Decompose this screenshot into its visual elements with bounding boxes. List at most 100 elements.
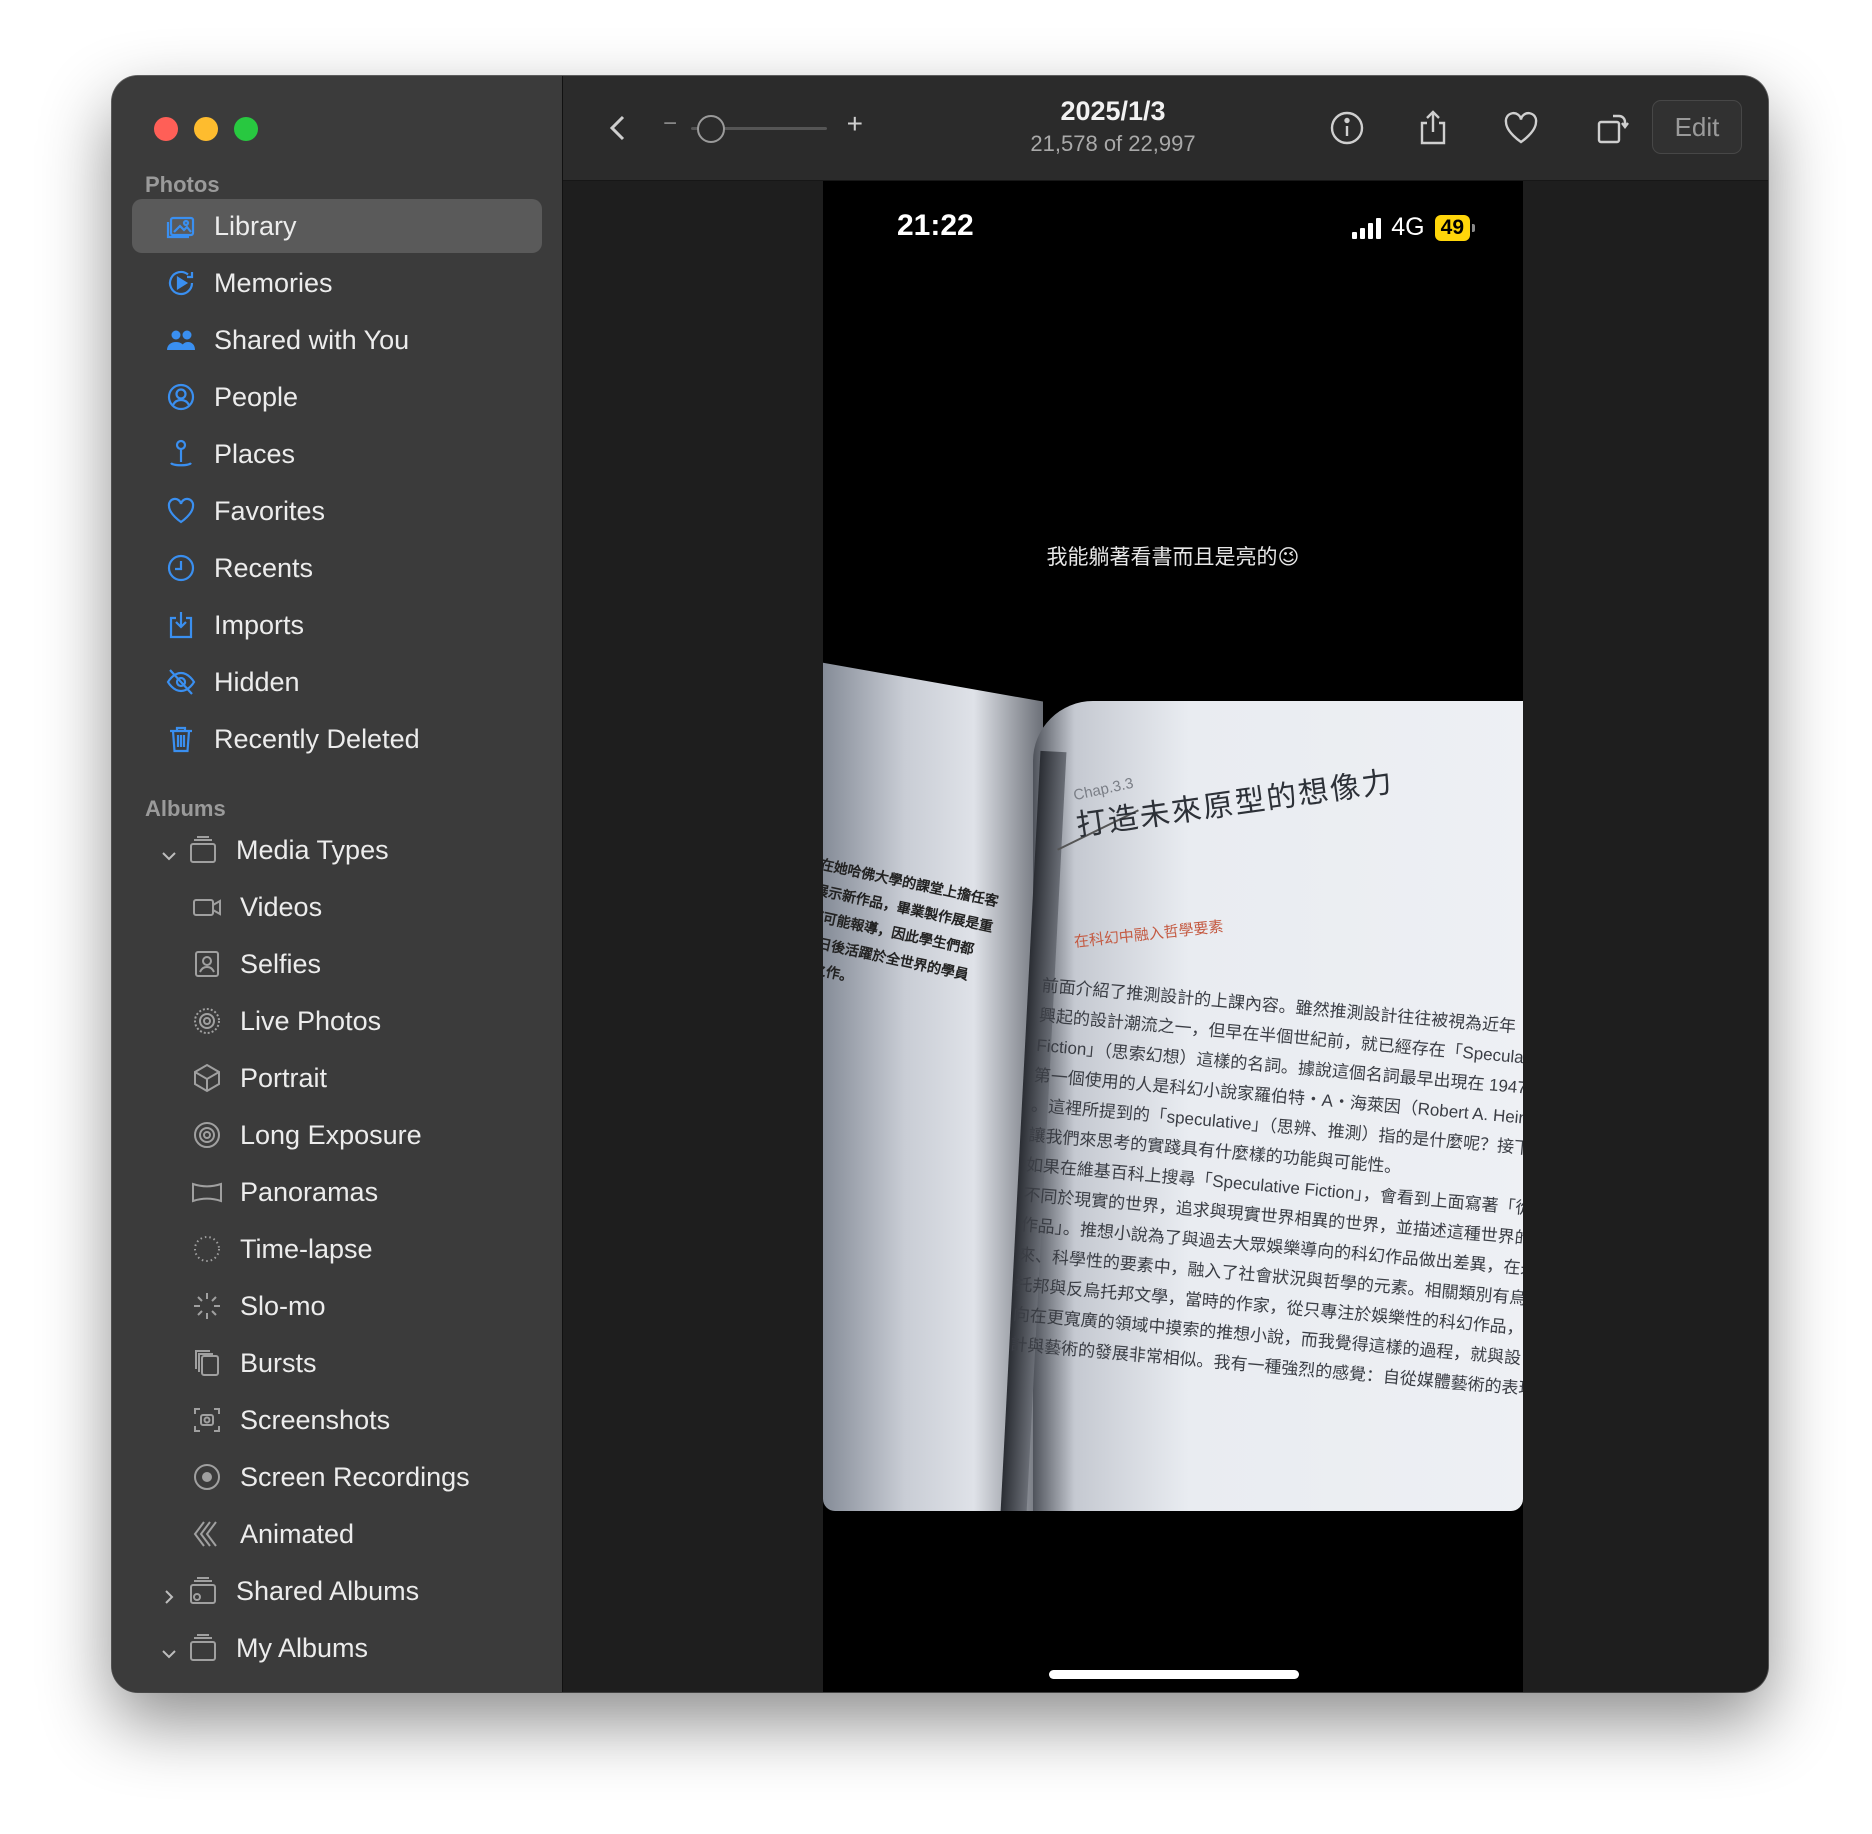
zoom-slider[interactable]: − + bbox=[663, 108, 863, 144]
book-image: 在她哈佛大學的課堂上擔任客 展示新作品，畢業製作展是重 都可能報導，因此學生們都… bbox=[823, 661, 1523, 1511]
signal-icon bbox=[1352, 217, 1382, 239]
sidebar-item-shared-albums[interactable]: Shared Albums bbox=[132, 1564, 542, 1618]
chevron-down-icon[interactable] bbox=[160, 841, 178, 861]
album-stack-icon bbox=[184, 831, 222, 869]
sidebar-item-bursts[interactable]: Bursts bbox=[132, 1336, 542, 1390]
share-icon bbox=[1420, 110, 1446, 145]
sidebar-item-slo-mo[interactable]: Slo-mo bbox=[132, 1279, 542, 1333]
sidebar-item-label: Recents bbox=[214, 552, 314, 583]
photo-count: 21,578 of 22,997 bbox=[1030, 131, 1196, 156]
live-photo-icon bbox=[188, 1002, 226, 1040]
chevron-down-icon[interactable] bbox=[160, 1639, 178, 1659]
sidebar-item-label: Library bbox=[214, 210, 297, 241]
photo-image[interactable]: 21:22 4G 49 我能躺著看書而且是亮的😉 在她哈佛大學的課堂上擔任客 展… bbox=[823, 181, 1523, 1692]
rotate-icon bbox=[1597, 114, 1629, 144]
shared-album-icon bbox=[184, 1572, 222, 1610]
photos-section-header: Photos bbox=[145, 172, 220, 197]
sidebar-item-label: Recently Deleted bbox=[214, 723, 420, 754]
sidebar-item-label: Selfies bbox=[240, 948, 322, 979]
record-icon bbox=[188, 1458, 226, 1496]
sidebar-item-label: Long Exposure bbox=[240, 1119, 422, 1150]
sidebar-item-people[interactable]: People bbox=[132, 370, 542, 424]
window-controls bbox=[154, 117, 258, 141]
slo-mo-icon bbox=[188, 1287, 226, 1325]
sidebar-item-media-types[interactable]: Media Types bbox=[132, 823, 542, 877]
zoom-in-button[interactable]: + bbox=[847, 108, 863, 140]
rotate-button[interactable] bbox=[1587, 102, 1639, 154]
sidebar-item-live-photos[interactable]: Live Photos bbox=[132, 994, 542, 1048]
bursts-icon bbox=[188, 1344, 226, 1382]
sidebar-item-panoramas[interactable]: Panoramas bbox=[132, 1165, 542, 1219]
sidebar-item-animated[interactable]: Animated bbox=[132, 1507, 542, 1561]
sidebar-item-label: Portrait bbox=[240, 1062, 328, 1093]
sidebar-item-label: Screen Recordings bbox=[240, 1461, 470, 1492]
panorama-icon bbox=[188, 1173, 226, 1211]
sidebar-item-label: People bbox=[214, 381, 299, 412]
photo-viewer: 21:22 4G 49 我能躺著看書而且是亮的😉 在她哈佛大學的課堂上擔任客 展… bbox=[563, 181, 1768, 1692]
sidebar-item-time-lapse[interactable]: Time-lapse bbox=[132, 1222, 542, 1276]
sidebar-item-label: Time-lapse bbox=[240, 1233, 373, 1264]
sidebar-item-label: My Albums bbox=[236, 1632, 369, 1663]
sidebar-item-hidden[interactable]: Hidden bbox=[132, 655, 542, 709]
time-lapse-icon bbox=[188, 1230, 226, 1268]
photo-caption: 我能躺著看書而且是亮的😉 bbox=[1046, 546, 1300, 569]
heart-icon bbox=[162, 492, 200, 530]
cube-icon bbox=[188, 1059, 226, 1097]
sidebar-item-label: Bursts bbox=[240, 1347, 317, 1378]
body-text: 前面介紹了推測設計的上課內容。雖然推測設計往往被視為近年 興起的設計潮流之一，但… bbox=[1009, 971, 1523, 1399]
network-type: 4G bbox=[1391, 213, 1425, 241]
sidebar-item-favorites[interactable]: Favorites bbox=[132, 484, 542, 538]
sidebar-item-memories[interactable]: Memories bbox=[132, 256, 542, 310]
memories-icon bbox=[162, 264, 200, 302]
chevron-right-icon[interactable] bbox=[160, 1582, 178, 1604]
sidebar-item-imports[interactable]: Imports bbox=[132, 598, 542, 652]
photo-title: 2025/1/3 21,578 of 22,997 bbox=[963, 96, 1263, 157]
back-button[interactable] bbox=[593, 102, 645, 154]
sidebar-item-shared-with-you[interactable]: Shared with You bbox=[132, 313, 542, 367]
sidebar-item-videos[interactable]: Videos bbox=[132, 880, 542, 934]
sidebar-item-label: Places bbox=[214, 438, 296, 469]
screenshot-icon bbox=[188, 1401, 226, 1439]
shared-with-you-icon bbox=[162, 321, 200, 359]
sidebar-item-recents[interactable]: Recents bbox=[132, 541, 542, 595]
sidebar-item-long-exposure[interactable]: Long Exposure bbox=[132, 1108, 542, 1162]
share-button[interactable] bbox=[1407, 102, 1459, 154]
long-exposure-icon bbox=[188, 1116, 226, 1154]
albums-section-header: Albums bbox=[145, 796, 226, 821]
import-icon bbox=[162, 606, 200, 644]
sidebar-item-my-albums[interactable]: My Albums bbox=[132, 1621, 542, 1675]
battery-icon bbox=[1472, 223, 1475, 232]
sidebar-item-label: Hidden bbox=[214, 666, 300, 697]
sidebar-item-screen-recordings[interactable]: Screen Recordings bbox=[132, 1450, 542, 1504]
zoom-out-button[interactable]: − bbox=[663, 110, 677, 138]
sidebar-item-label: Shared with You bbox=[214, 324, 410, 355]
minimize-window-button[interactable] bbox=[194, 117, 218, 141]
zoom-window-button[interactable] bbox=[234, 117, 258, 141]
sidebar-item-places[interactable]: Places bbox=[132, 427, 542, 481]
sidebar-item-selfies[interactable]: Selfies bbox=[132, 937, 542, 991]
status-time: 21:22 bbox=[897, 209, 974, 242]
video-camera-icon bbox=[188, 888, 226, 926]
sidebar-item-label: Panoramas bbox=[240, 1176, 379, 1207]
info-button[interactable] bbox=[1321, 102, 1373, 154]
edit-button[interactable]: Edit bbox=[1652, 100, 1742, 154]
selfie-icon bbox=[188, 945, 226, 983]
sidebar-item-recently-deleted[interactable]: Recently Deleted bbox=[132, 712, 542, 766]
sidebar-item-label: Memories bbox=[214, 267, 333, 298]
close-window-button[interactable] bbox=[154, 117, 178, 141]
zoom-knob[interactable] bbox=[697, 115, 725, 143]
sidebar-item-label: Screenshots bbox=[240, 1404, 391, 1435]
photo-date: 2025/1/3 bbox=[1060, 96, 1166, 126]
library-icon bbox=[162, 207, 200, 245]
favorite-button[interactable] bbox=[1495, 102, 1547, 154]
sidebar-item-screenshots[interactable]: Screenshots bbox=[132, 1393, 542, 1447]
people-icon bbox=[162, 378, 200, 416]
battery-level: 49 bbox=[1434, 214, 1470, 241]
photos-window: Photos Library Memories Shared with You … bbox=[112, 76, 1768, 1692]
sidebar-item-label: Animated bbox=[240, 1518, 355, 1549]
sidebar-item-label: Videos bbox=[240, 891, 323, 922]
heart-icon bbox=[1504, 111, 1538, 144]
album-stack-icon bbox=[184, 1629, 222, 1667]
sidebar-item-library[interactable]: Library bbox=[132, 199, 542, 253]
sidebar-item-portrait[interactable]: Portrait bbox=[132, 1051, 542, 1105]
